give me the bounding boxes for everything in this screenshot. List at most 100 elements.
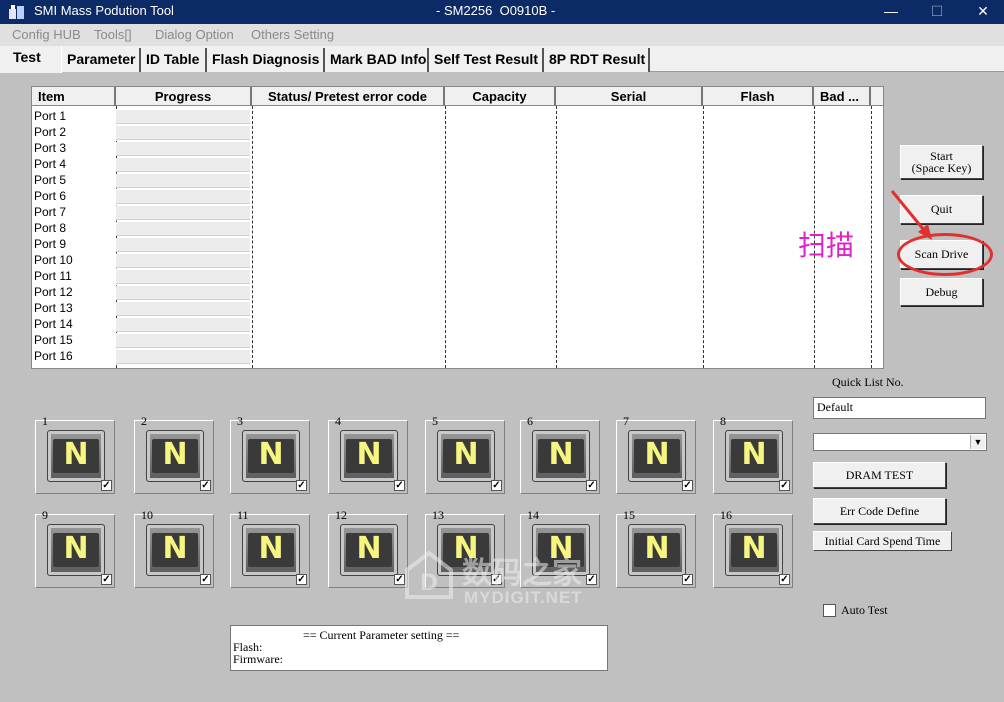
port-row-label[interactable]: Port 10 [34,253,73,267]
port-number: 4 [335,414,341,428]
start-button[interactable]: Start (Space Key) [900,145,983,179]
port-table[interactable]: Item Progress Status/ Pretest error code… [31,86,884,369]
menu-tools[interactable]: Tools[] [94,27,132,42]
port-tile[interactable]: 3 N ✓ [230,414,310,494]
progress-bar [116,190,250,204]
port-tile[interactable]: 4 N ✓ [328,414,408,494]
header-progress[interactable]: Progress [116,87,252,106]
menu-others-setting[interactable]: Others Setting [251,27,334,42]
port-tile[interactable]: 16 N ✓ [713,508,793,588]
port-tile[interactable]: 9 N ✓ [35,508,115,588]
port-enable-checkbox[interactable]: ✓ [586,480,597,491]
port-row-label[interactable]: Port 2 [34,125,66,139]
drive-status-icon: N [146,430,204,482]
quick-list-label: Quick List No. [832,375,904,389]
tab-id-table[interactable]: ID Table [141,48,207,72]
port-row-label[interactable]: Port 6 [34,189,66,203]
port-row-label[interactable]: Port 5 [34,173,66,187]
port-number: 14 [527,508,539,522]
drive-status-letter: N [644,437,670,472]
maximize-button[interactable]: ☐ [914,0,960,24]
port-enable-checkbox[interactable]: ✓ [200,574,211,585]
tab-parameter[interactable]: Parameter [62,48,141,72]
header-flash[interactable]: Flash [703,87,814,106]
port-tile[interactable]: 10 N ✓ [134,508,214,588]
port-row-label[interactable]: Port 1 [34,109,66,123]
port-enable-checkbox[interactable]: ✓ [682,574,693,585]
port-row-label[interactable]: Port 15 [34,333,73,347]
header-capacity[interactable]: Capacity [445,87,556,106]
port-tile[interactable]: 6 N ✓ [520,414,600,494]
port-row-label[interactable]: Port 7 [34,205,66,219]
auto-test-checkbox[interactable] [823,604,836,617]
port-tile[interactable]: 1 N ✓ [35,414,115,494]
tab-test[interactable]: Test [0,46,62,73]
header-serial[interactable]: Serial [556,87,703,106]
progress-bar [116,174,250,188]
port-enable-checkbox[interactable]: ✓ [586,574,597,585]
progress-bar [116,238,250,252]
port-row-label[interactable]: Port 8 [34,221,66,235]
port-number: 10 [141,508,153,522]
port-enable-checkbox[interactable]: ✓ [779,574,790,585]
port-number: 5 [432,414,438,428]
tab-self-test-result[interactable]: Self Test Result [429,48,544,72]
debug-button[interactable]: Debug [900,278,983,306]
port-enable-checkbox[interactable]: ✓ [101,574,112,585]
port-row-label[interactable]: Port 9 [34,237,66,251]
port-row-label[interactable]: Port 13 [34,301,73,315]
header-bad[interactable]: Bad ... [814,87,871,106]
port-tile[interactable]: 8 N ✓ [713,414,793,494]
port-enable-checkbox[interactable]: ✓ [779,480,790,491]
port-enable-checkbox[interactable]: ✓ [200,480,211,491]
dram-test-button[interactable]: DRAM TEST [813,462,946,488]
tab-8p-rdt-result[interactable]: 8P RDT Result [544,48,650,72]
drive-status-letter: N [644,531,670,566]
close-button[interactable]: ✕ [960,0,1004,24]
port-tile[interactable]: 5 N ✓ [425,414,505,494]
port-enable-checkbox[interactable]: ✓ [394,480,405,491]
drive-status-icon: N [242,524,300,576]
port-row-label[interactable]: Port 16 [34,349,73,363]
port-row-label[interactable]: Port 3 [34,141,66,155]
port-tile[interactable]: 2 N ✓ [134,414,214,494]
port-row-label[interactable]: Port 12 [34,285,73,299]
port-tile[interactable]: 11 N ✓ [230,508,310,588]
start-button-sublabel: (Space Key) [911,161,972,175]
port-enable-checkbox[interactable]: ✓ [491,480,502,491]
progress-bar [116,206,250,220]
column-divider [445,106,446,368]
port-enable-checkbox[interactable]: ✓ [296,574,307,585]
port-tile[interactable]: 7 N ✓ [616,414,696,494]
port-enable-checkbox[interactable]: ✓ [682,480,693,491]
progress-bar [116,110,250,124]
chevron-down-icon[interactable]: ▼ [970,435,985,449]
drive-status-icon: N [725,524,783,576]
drive-status-letter: N [63,437,89,472]
menu-dialog-option[interactable]: Dialog Option [155,27,234,42]
tab-flash-diagnosis[interactable]: Flash Diagnosis [207,48,325,72]
drive-status-icon: N [628,430,686,482]
header-status[interactable]: Status/ Pretest error code [252,87,445,106]
table-header: Item Progress Status/ Pretest error code… [32,87,883,106]
quick-list-dropdown[interactable]: ▼ [813,433,987,451]
port-tile[interactable]: 15 N ✓ [616,508,696,588]
port-enable-checkbox[interactable]: ✓ [296,480,307,491]
port-number: 3 [237,414,243,428]
initial-card-spend-time-button[interactable]: Initial Card Spend Time [813,531,952,551]
port-row-label[interactable]: Port 4 [34,157,66,171]
port-row-label[interactable]: Port 14 [34,317,73,331]
quick-list-input[interactable]: Default [813,397,986,419]
menu-config-hub[interactable]: Config HUB [12,27,81,42]
minimize-button[interactable]: — [868,0,914,24]
progress-bar [116,142,250,156]
port-row-label[interactable]: Port 11 [34,269,72,283]
watermark-site-text: MYDIGIT.NET [464,588,583,607]
port-tile[interactable]: 12 N ✓ [328,508,408,588]
port-enable-checkbox[interactable]: ✓ [101,480,112,491]
err-code-define-button[interactable]: Err Code Define [813,498,946,524]
tab-mark-bad-info[interactable]: Mark BAD Info [325,48,429,72]
column-divider [556,106,557,368]
drive-status-letter: N [162,437,188,472]
header-item[interactable]: Item [32,87,116,106]
